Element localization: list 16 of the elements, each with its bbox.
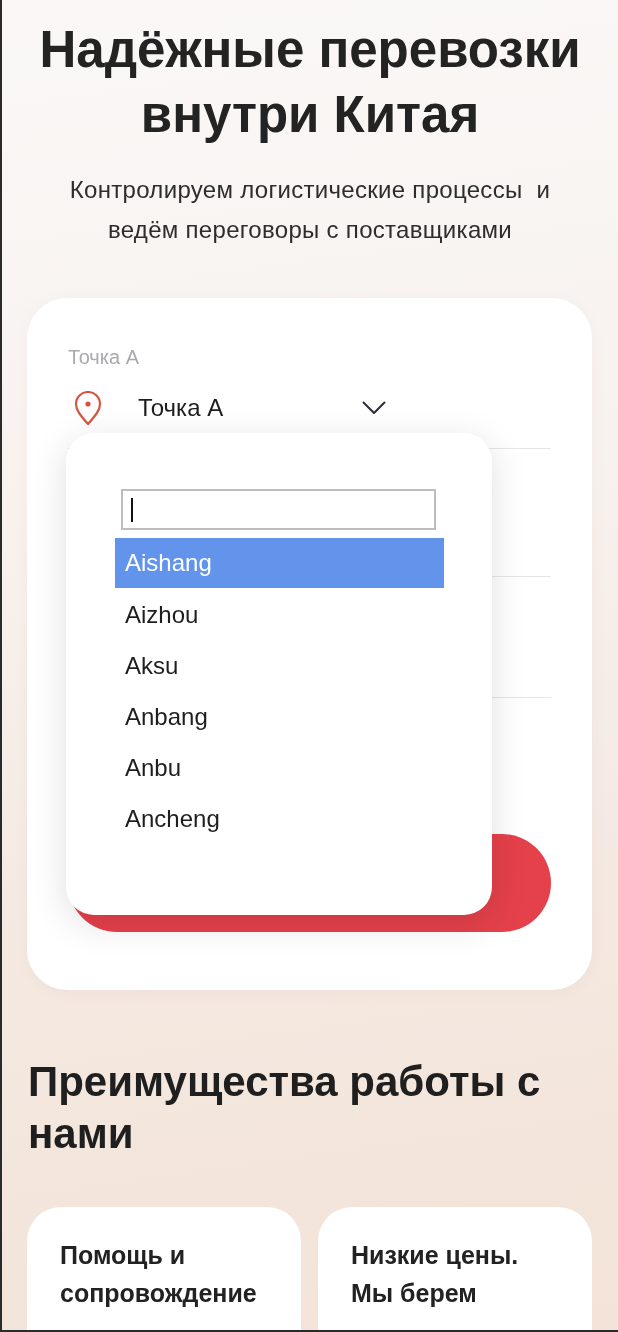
field-label: Точка А [68,345,139,369]
chevron-down-icon [362,401,386,415]
search-field[interactable] [121,489,436,530]
dropdown-option[interactable]: Ancheng [115,793,444,844]
page-title: Надёжные перевозки внутри Китая [38,20,582,145]
advantage-text: Низкие цены. Мы берем [351,1240,520,1309]
dropdown-option[interactable]: Aksu [115,640,444,691]
dropdown-option[interactable]: Anbu [115,742,444,793]
advantage-text: Помощь и сопровождение [60,1240,258,1309]
text-cursor [131,497,133,522]
page-subtitle: Контролируем логистические процессы и ведём переговоры с поставщиками [68,175,552,245]
dropdown-option[interactable]: Anbang [115,691,444,742]
location-select[interactable]: Точка А [138,388,386,428]
dropdown-option[interactable]: Aizhou [115,589,444,640]
section-heading: Преимущества работы с нами [28,1057,542,1159]
location-pin-icon [74,390,102,426]
